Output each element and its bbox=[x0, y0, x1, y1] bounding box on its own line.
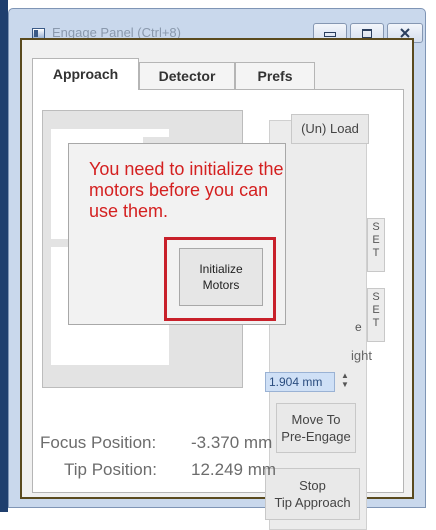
tip-position-label: Tip Position: bbox=[64, 460, 157, 479]
initialize-motors-button[interactable]: Initialize Motors bbox=[179, 248, 263, 306]
height-spinner[interactable]: ▲ ▼ bbox=[339, 371, 351, 393]
spin-down-icon[interactable]: ▼ bbox=[339, 380, 351, 389]
tip-position-value: 12.249 mm bbox=[191, 460, 277, 479]
stop-tip-approach-button[interactable]: Stop Tip Approach bbox=[265, 468, 360, 520]
minimize-icon bbox=[324, 32, 336, 37]
tab-detector[interactable]: Detector bbox=[139, 62, 235, 90]
obscured-label-fragment: e bbox=[355, 320, 362, 334]
spin-up-icon[interactable]: ▲ bbox=[339, 371, 351, 380]
set-button-lower[interactable]: S E T bbox=[367, 288, 385, 342]
pre-engage-height-input[interactable]: 1.904 mm bbox=[265, 372, 335, 392]
tab-approach[interactable]: Approach bbox=[32, 58, 139, 90]
load-unload-button[interactable]: (Un) Load bbox=[291, 114, 369, 144]
focus-position-label: Focus Position: bbox=[40, 433, 157, 452]
window-frame-edge bbox=[0, 0, 8, 512]
move-to-pre-engage-button[interactable]: Move To Pre-Engage bbox=[276, 403, 356, 453]
set-button-upper[interactable]: S E T bbox=[367, 218, 385, 272]
tab-prefs[interactable]: Prefs bbox=[235, 62, 315, 90]
maximize-icon bbox=[362, 29, 372, 38]
focus-position-value: -3.370 mm bbox=[191, 433, 273, 452]
dialog-message: You need to initialize the motors before… bbox=[89, 159, 284, 221]
pre-engage-height-label: ight bbox=[351, 348, 372, 363]
